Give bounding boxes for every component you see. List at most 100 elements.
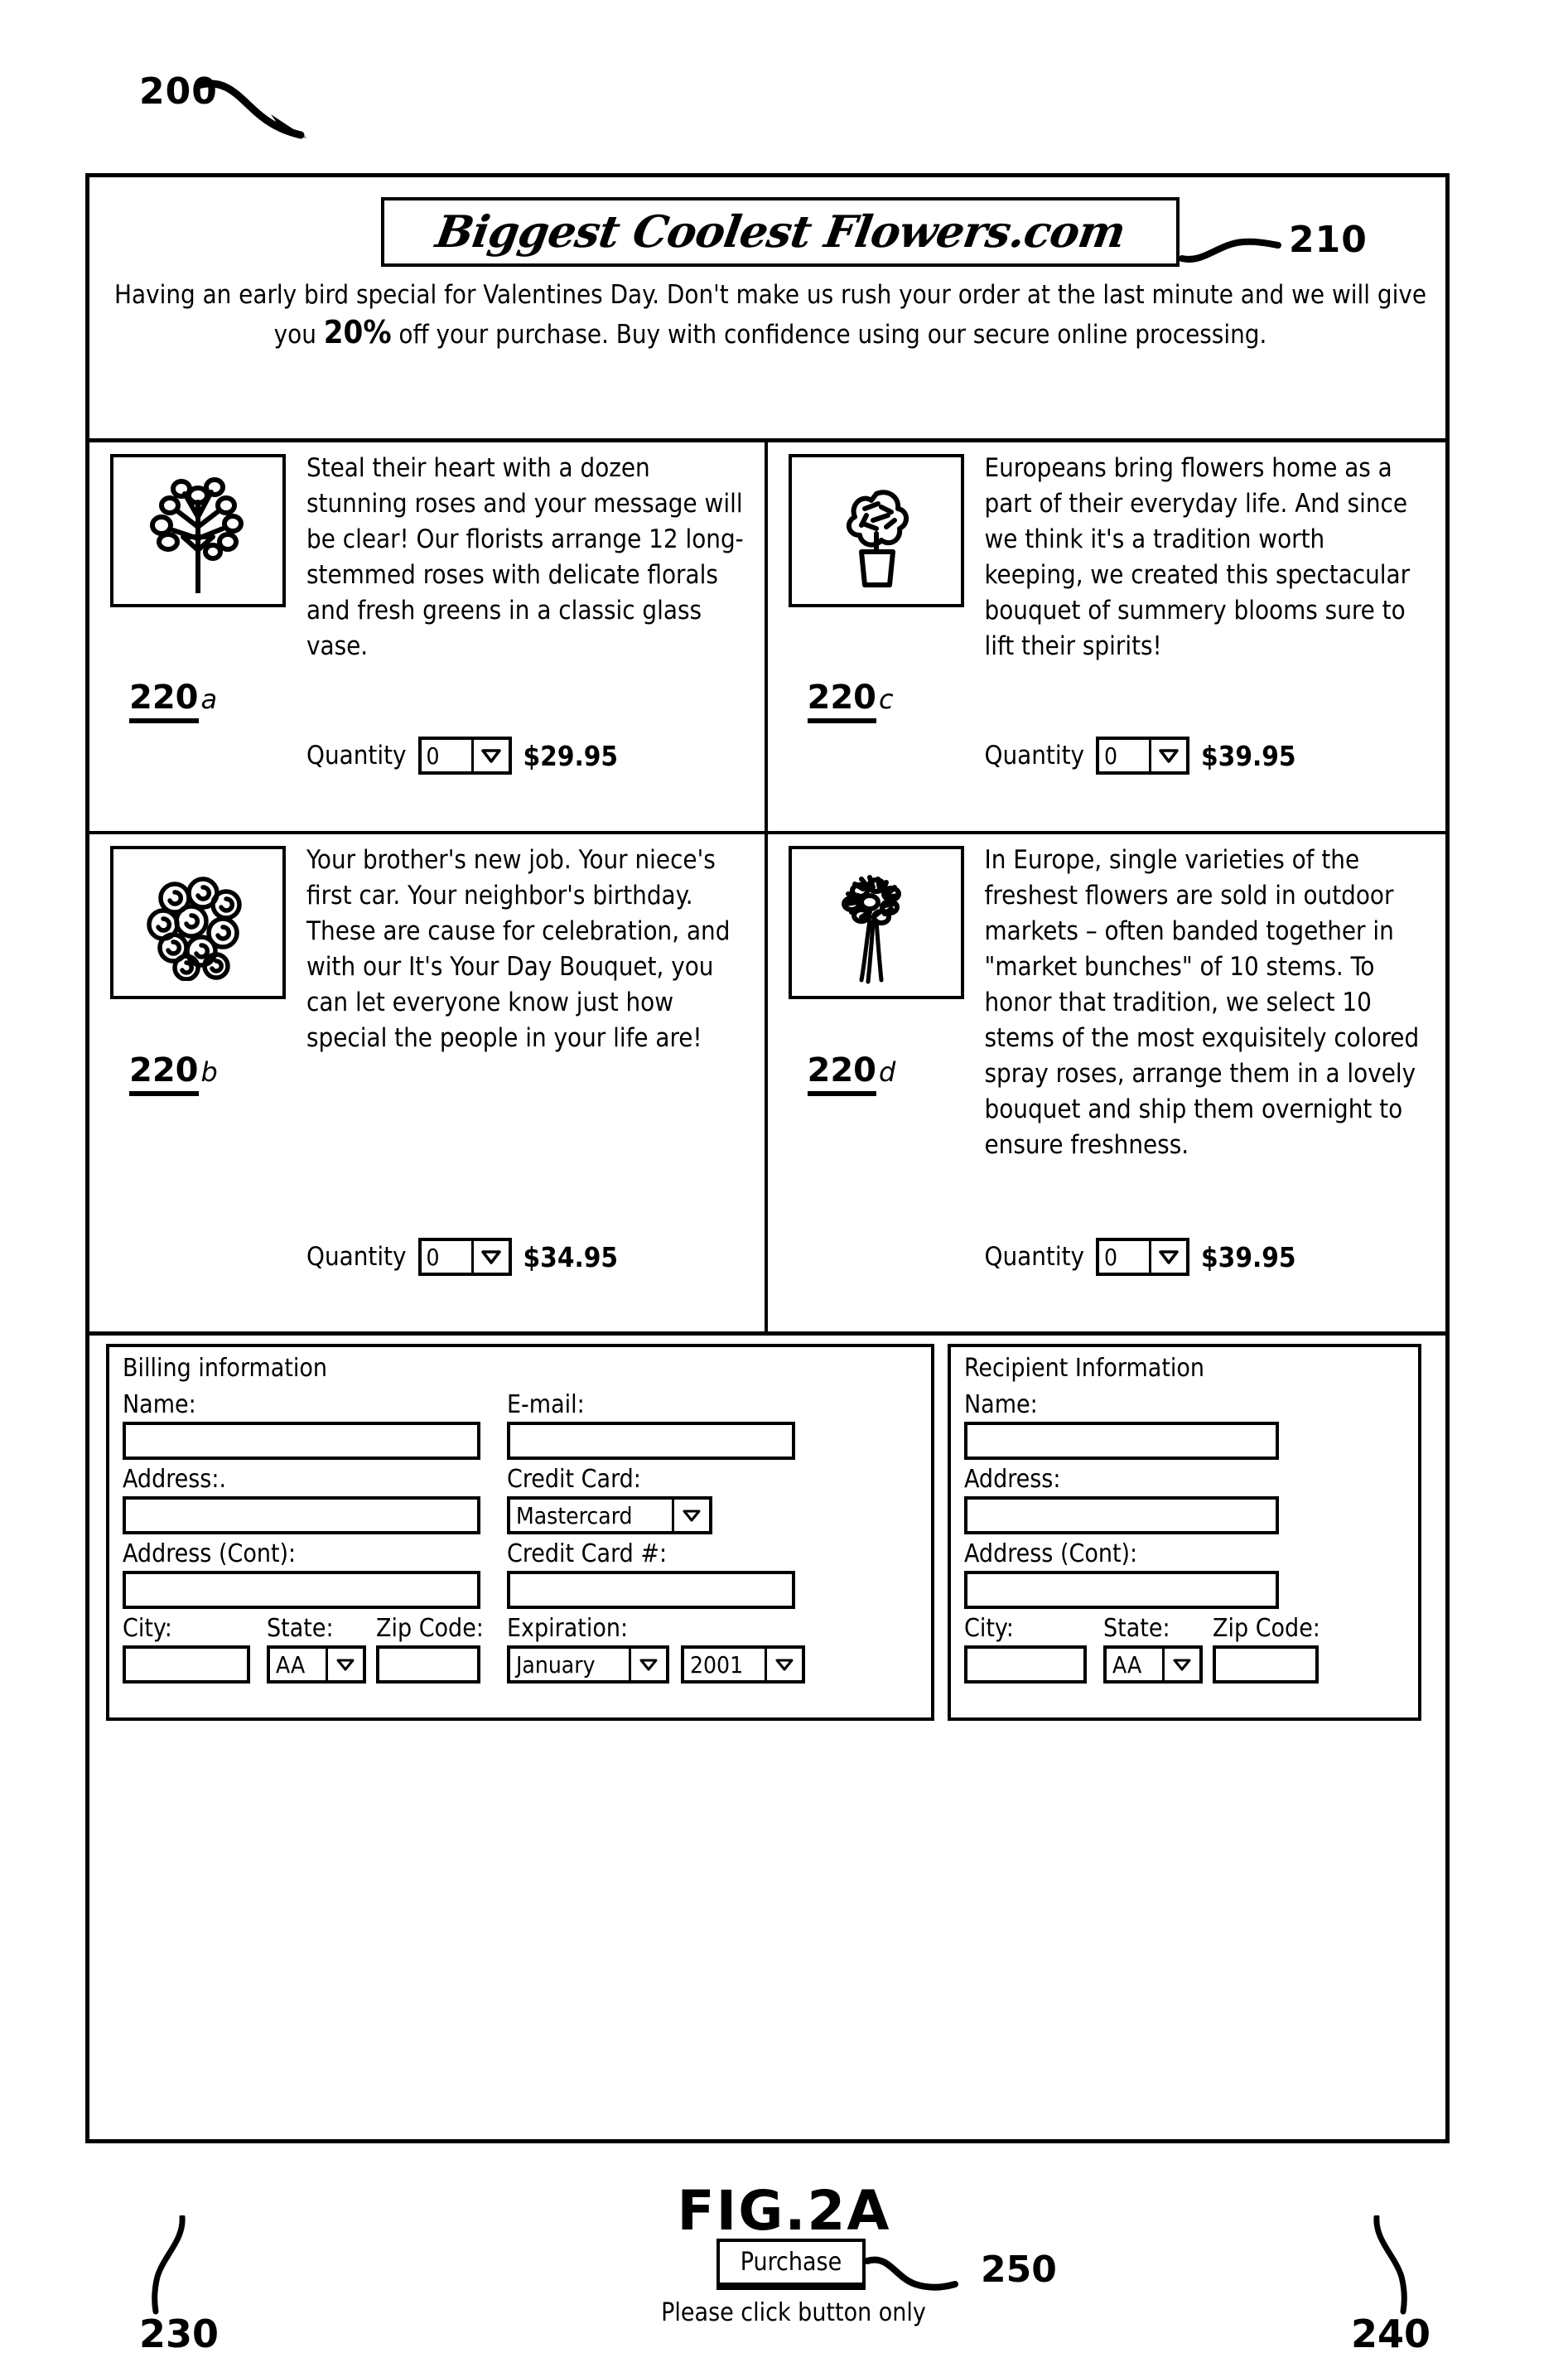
quantity-value: 0 xyxy=(422,1241,474,1273)
billing-expiration-label: Expiration: xyxy=(507,1614,629,1643)
ref-num: 220 xyxy=(807,679,876,723)
product-price-220c: $39.95 xyxy=(1201,739,1296,772)
rose-cluster-icon xyxy=(147,876,242,981)
figure-caption: FIG.2A xyxy=(677,2179,891,2243)
billing-expiration-month-value: January xyxy=(510,1649,631,1680)
product-price-220d: $39.95 xyxy=(1201,1240,1296,1273)
ref-suffix: b xyxy=(200,1056,218,1088)
reference-numeral-250: 250 xyxy=(981,2249,1057,2291)
ref-suffix: a xyxy=(200,684,218,715)
billing-panel-title: Billing information xyxy=(123,1354,328,1383)
product-description-220b: Your brother's new job. Your niece's fir… xyxy=(306,845,731,1053)
billing-name-label: Name: xyxy=(123,1390,196,1419)
purchase-button[interactable]: Purchase xyxy=(716,2239,866,2290)
billing-address-input[interactable] xyxy=(123,1496,480,1534)
chevron-down-icon xyxy=(328,1649,363,1680)
potted-flower-icon xyxy=(846,489,909,587)
quantity-select-220c[interactable]: 0 xyxy=(1096,737,1190,775)
quantity-row-220c: Quantity 0 $39.95 xyxy=(985,737,1296,775)
billing-credit-card-value: Mastercard xyxy=(510,1500,674,1531)
recipient-state-select[interactable]: AA xyxy=(1103,1645,1203,1684)
chevron-down-icon xyxy=(1165,1649,1199,1680)
product-cell-220d[interactable]: 220d In Europe, single varieties of the … xyxy=(768,834,1446,1332)
leader-line-200 xyxy=(195,80,307,139)
recipient-name-label: Name: xyxy=(964,1390,1038,1419)
ref-num: 220 xyxy=(129,1051,199,1096)
recipient-address-cont-input[interactable] xyxy=(964,1571,1279,1609)
quantity-row-220d: Quantity 0 $39.95 xyxy=(985,1238,1296,1276)
ref-num: 220 xyxy=(807,1051,876,1096)
product-cell-220c[interactable]: 220c Europeans bring flowers home as a p… xyxy=(768,442,1446,831)
product-image-220a xyxy=(110,454,286,607)
recipient-state-value: AA xyxy=(1107,1649,1165,1680)
recipient-address-label: Address: xyxy=(964,1465,1061,1494)
recipient-name-input[interactable] xyxy=(964,1422,1279,1460)
rose-bouquet-icon xyxy=(150,476,244,593)
product-cell-220b[interactable]: 220b Your brother's new job. Your niece'… xyxy=(89,834,768,1332)
quantity-value: 0 xyxy=(1099,1241,1152,1273)
chevron-down-icon xyxy=(631,1649,666,1680)
quantity-select-220b[interactable]: 0 xyxy=(417,1238,512,1276)
billing-name-input[interactable] xyxy=(123,1422,480,1460)
billing-email-label: E-mail: xyxy=(507,1390,585,1419)
quantity-label: Quantity xyxy=(306,741,407,771)
chevron-down-icon xyxy=(1151,1241,1186,1273)
site-logo-text: Biggest Coolest Flowers.com xyxy=(432,206,1129,258)
product-description-220c: Europeans bring flowers home as a part o… xyxy=(984,453,1411,661)
billing-expiration-year-select[interactable]: 2001 xyxy=(681,1645,805,1684)
leader-line-250 xyxy=(864,2256,958,2291)
ref-num: 220 xyxy=(129,679,199,723)
product-price-220a: $29.95 xyxy=(523,739,619,772)
billing-zip-input[interactable] xyxy=(376,1645,480,1684)
billing-email-input[interactable] xyxy=(507,1422,795,1460)
billing-credit-card-select[interactable]: Mastercard xyxy=(507,1496,712,1534)
chevron-down-icon xyxy=(1151,740,1186,771)
recipient-city-input[interactable] xyxy=(964,1645,1087,1684)
product-row-top: 220a Steal their heart with a dozen stun… xyxy=(89,442,1445,834)
quantity-label: Quantity xyxy=(984,1242,1085,1272)
product-description-220d: In Europe, single varieties of the fresh… xyxy=(984,845,1420,1160)
chevron-down-icon xyxy=(474,740,509,771)
chevron-down-icon xyxy=(767,1649,802,1680)
product-price-220b: $34.95 xyxy=(523,1240,619,1273)
product-cell-220a[interactable]: 220a Steal their heart with a dozen stun… xyxy=(89,442,768,831)
billing-expiration-year-value: 2001 xyxy=(684,1649,767,1680)
billing-credit-card-number-input[interactable] xyxy=(507,1571,795,1609)
purchase-instruction-note: Please click button only xyxy=(661,2298,926,2327)
ref-suffix: c xyxy=(879,684,894,715)
quantity-row-220b: Quantity 0 $34.95 xyxy=(306,1238,618,1276)
quantity-label: Quantity xyxy=(984,741,1085,771)
reference-numeral-210: 210 xyxy=(1289,219,1368,261)
reference-numeral-220c: 220c xyxy=(807,679,894,723)
billing-address-label: Address:. xyxy=(123,1465,227,1494)
reference-numeral-220b: 220b xyxy=(129,1051,218,1096)
billing-expiration-month-select[interactable]: January xyxy=(507,1645,669,1684)
product-description-220a: Steal their heart with a dozen stunning … xyxy=(306,453,744,661)
product-image-220b xyxy=(110,846,286,999)
patent-figure-page: 200 Biggest Coolest Flowers.com 210 Havi… xyxy=(0,0,1568,2372)
quantity-select-220d[interactable]: 0 xyxy=(1096,1238,1190,1276)
reference-numeral-230: 230 xyxy=(139,2312,220,2356)
quantity-select-220a[interactable]: 0 xyxy=(417,737,512,775)
reference-numeral-220a: 220a xyxy=(129,679,218,723)
recipient-zip-input[interactable] xyxy=(1213,1645,1319,1684)
billing-state-value: AA xyxy=(270,1649,328,1680)
promo-text-after: off your purchase. Buy with confidence u… xyxy=(391,320,1267,350)
recipient-address-cont-label: Address (Cont): xyxy=(964,1539,1138,1568)
quantity-label: Quantity xyxy=(306,1242,407,1272)
billing-city-label: City: xyxy=(123,1614,172,1643)
ref-suffix: d xyxy=(879,1056,896,1088)
recipient-city-label: City: xyxy=(964,1614,1014,1643)
billing-zip-label: Zip Code: xyxy=(376,1614,484,1643)
reference-numeral-220d: 220d xyxy=(807,1051,896,1096)
billing-address-cont-input[interactable] xyxy=(123,1571,480,1609)
recipient-address-input[interactable] xyxy=(964,1496,1279,1534)
site-header: Biggest Coolest Flowers.com 210 Having a… xyxy=(89,177,1445,442)
quantity-value: 0 xyxy=(422,740,474,771)
product-row-bottom: 220b Your brother's new job. Your niece'… xyxy=(89,834,1445,1332)
billing-state-select[interactable]: AA xyxy=(267,1645,366,1684)
product-image-220d xyxy=(788,846,964,999)
billing-city-input[interactable] xyxy=(123,1645,250,1684)
billing-information-panel: Billing information Name: Address:. Addr… xyxy=(106,1344,934,1721)
checkout-forms: Billing information Name: Address:. Addr… xyxy=(89,1336,1445,2356)
